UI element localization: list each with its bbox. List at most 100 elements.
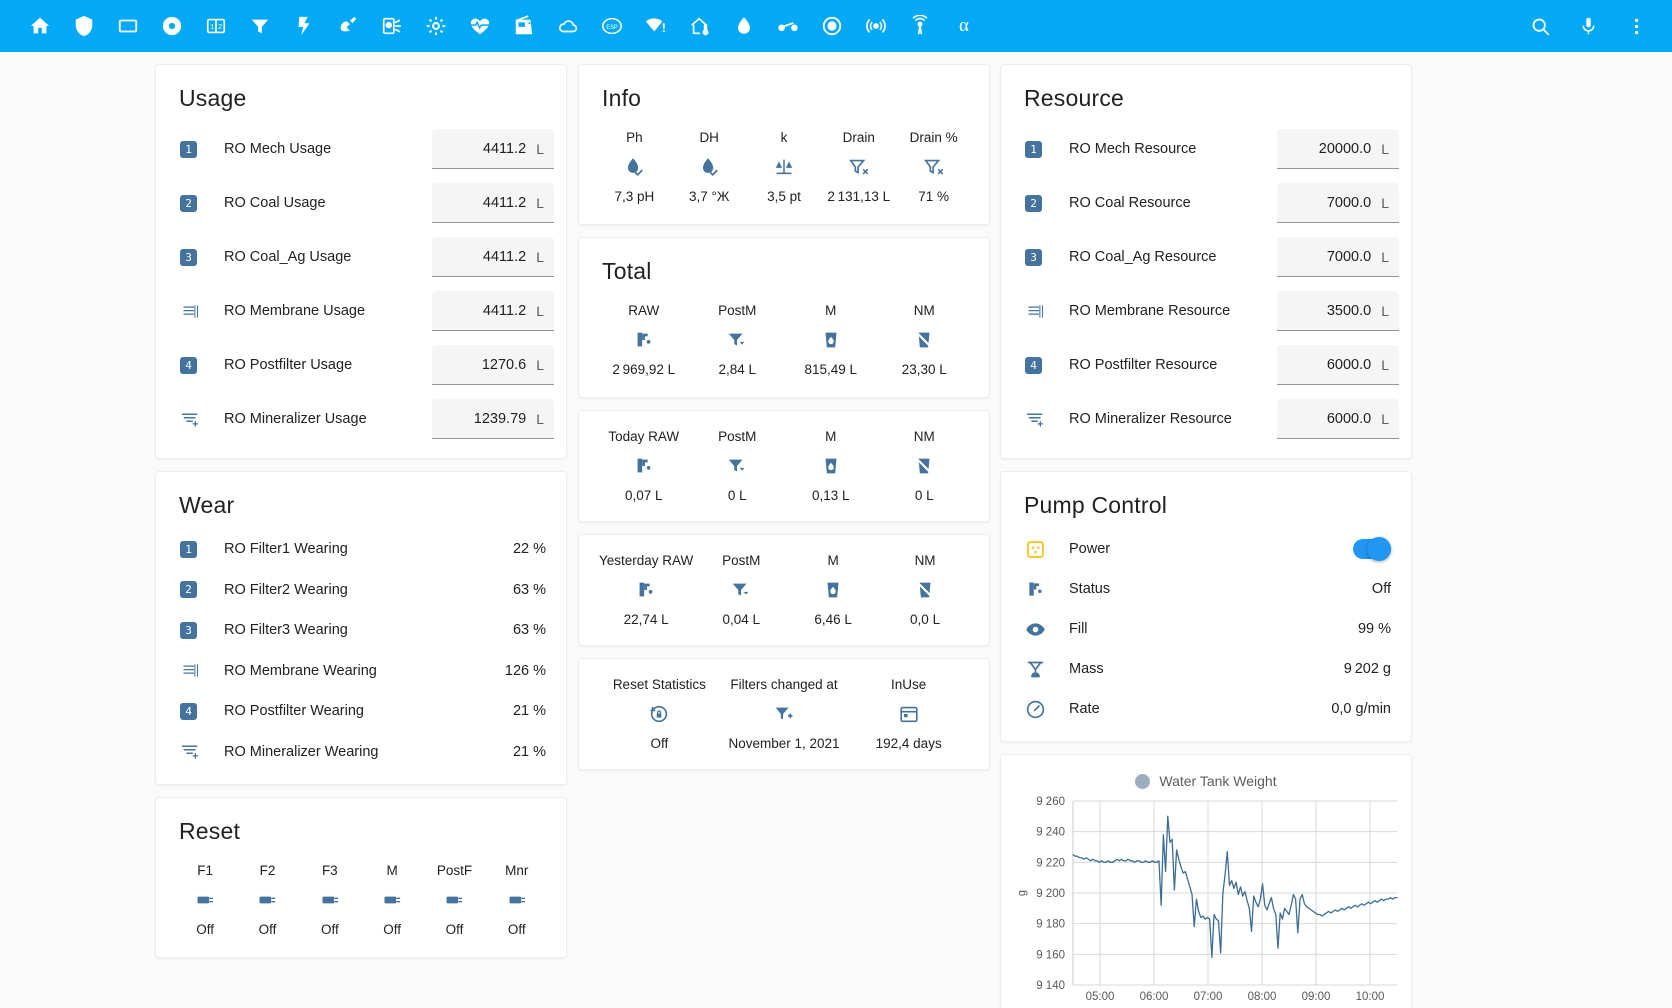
microphone-icon[interactable] — [1566, 6, 1610, 46]
wear-row-filter1[interactable]: 1 RO Filter1 Wearing 22 % — [168, 529, 554, 570]
yesterday-cell-m[interactable]: M 6,46 L — [787, 549, 879, 629]
usage-row-ro-postfilter[interactable]: 4 RO Postfilter Usage 1270.6 L — [168, 338, 554, 392]
pump-row-fill[interactable]: Fill 99 % — [1013, 609, 1399, 649]
esp-icon[interactable]: ESP — [590, 6, 634, 46]
valves-icon[interactable] — [766, 6, 810, 46]
reset-cell-f1[interactable]: F1 Off — [174, 859, 236, 939]
resource-value-field[interactable]: 3500.0 L — [1277, 291, 1399, 331]
pump-row-status[interactable]: Status Off — [1013, 569, 1399, 609]
total-cell-value: 2,84 L — [718, 362, 757, 377]
info-cell-k[interactable]: k 3,5 pt — [747, 126, 822, 206]
total-cell-m[interactable]: M 815,49 L — [784, 299, 878, 379]
today-cell-postm[interactable]: PostM 0 L — [691, 425, 785, 505]
total-cell-postm[interactable]: PostM 2,84 L — [691, 299, 785, 379]
signal-tower-icon[interactable] — [898, 6, 942, 46]
total-cell-nm[interactable]: NM 23,30 L — [878, 299, 972, 379]
flash-icon[interactable] — [282, 6, 326, 46]
resource-row-ro-coal-ag[interactable]: 3 RO Coal_Ag Resource 7000.0 L — [1013, 230, 1399, 284]
reset-filter-icon — [444, 887, 464, 913]
home-thermometer-icon[interactable] — [678, 6, 722, 46]
today-cell-raw[interactable]: Today RAW 0,07 L — [597, 425, 691, 505]
usage-value-field[interactable]: 1270.6 L — [432, 345, 554, 385]
yesterday-glance: Yesterday RAW 22,74 L PostM 0,04 L M 6,4… — [591, 545, 977, 635]
resource-row-ro-coal[interactable]: 2 RO Coal Resource 7000.0 L — [1013, 176, 1399, 230]
statistics-cell-reset[interactable]: Reset Statistics Off — [597, 673, 722, 753]
target-icon[interactable] — [810, 6, 854, 46]
resource-row-ro-membrane[interactable]: RO Membrane Resource 3500.0 L — [1013, 284, 1399, 338]
resource-value-field[interactable]: 20000.0 L — [1277, 129, 1399, 169]
resource-row-label: RO Membrane Resource — [1069, 303, 1231, 319]
usage-value-field[interactable]: 4411.2 L — [432, 237, 554, 277]
usage-row-ro-coal-ag[interactable]: 3 RO Coal_Ag Usage 4411.2 L — [168, 230, 554, 284]
usage-value-field[interactable]: 4411.2 L — [432, 129, 554, 169]
resource-row-ro-postfilter[interactable]: 4 RO Postfilter Resource 6000.0 L — [1013, 338, 1399, 392]
today-cell-nm[interactable]: NM 0 L — [878, 425, 972, 505]
wifi-alert-icon[interactable] — [634, 6, 678, 46]
pump-power-toggle[interactable] — [1353, 537, 1391, 561]
reset-cell-value: Off — [196, 922, 215, 937]
wear-row-filter3[interactable]: 3 RO Filter3 Wearing 63 % — [168, 610, 554, 651]
pump-row-rate[interactable]: Rate 0,0 g/min — [1013, 689, 1399, 729]
resource-row-ro-mineralizer[interactable]: RO Mineralizer Resource 6000.0 L — [1013, 392, 1399, 446]
usage-value-field[interactable]: 4411.2 L — [432, 291, 554, 331]
wear-row-label: RO Filter1 Wearing — [224, 541, 348, 558]
wear-row-mineralizer[interactable]: RO Mineralizer Wearing 21 % — [168, 732, 554, 773]
usage-row-ro-membrane[interactable]: RO Membrane Usage 4411.2 L — [168, 284, 554, 338]
total-cell-raw[interactable]: RAW 2 969,92 L — [597, 299, 691, 379]
resource-row-ro-mech[interactable]: 1 RO Mech Resource 20000.0 L — [1013, 122, 1399, 176]
search-icon[interactable] — [1518, 6, 1562, 46]
resource-value-field[interactable]: 6000.0 L — [1277, 399, 1399, 439]
water-drop-icon[interactable] — [722, 6, 766, 46]
resource-value-field[interactable]: 7000.0 L — [1277, 237, 1399, 277]
usage-row-ro-mineralizer[interactable]: RO Mineralizer Usage 1239.79 L — [168, 392, 554, 446]
info-cell-drain[interactable]: Drain 2 131,13 L — [821, 126, 896, 206]
usage-row-ro-coal[interactable]: 2 RO Coal Usage 4411.2 L — [168, 176, 554, 230]
reset-cell-postf[interactable]: PostF Off — [423, 859, 485, 939]
yesterday-cell-raw[interactable]: Yesterday RAW 22,74 L — [597, 549, 695, 629]
svg-text:10:00: 10:00 — [1356, 991, 1385, 1003]
radio-icon[interactable] — [502, 6, 546, 46]
reset-cell-f3[interactable]: F3 Off — [299, 859, 361, 939]
wear-row-membrane[interactable]: RO Membrane Wearing 126 % — [168, 651, 554, 692]
heartbeat-icon[interactable] — [458, 6, 502, 46]
usage-value: 4411.2 — [482, 248, 527, 265]
alpha-icon[interactable]: α — [942, 6, 986, 46]
svg-text:07:00: 07:00 — [1194, 991, 1223, 1003]
numeric-4-box-icon: 4 — [1025, 356, 1055, 374]
chart-legend[interactable]: Water Tank Weight — [1011, 767, 1401, 793]
yesterday-cell-postm[interactable]: PostM 0,04 L — [695, 549, 787, 629]
wear-row-filter2[interactable]: 2 RO Filter2 Wearing 63 % — [168, 570, 554, 611]
tablet-icon[interactable] — [106, 6, 150, 46]
reset-cell-f2[interactable]: F2 Off — [236, 859, 298, 939]
chart-plot-area[interactable]: 9 140 9 160 9 180 9 200 9 220 9 240 9 260 05:00… — [1011, 793, 1401, 1008]
pump-row-power[interactable]: Power — [1013, 529, 1399, 569]
broadcast-icon[interactable] — [854, 6, 898, 46]
info-cell-ph[interactable]: Ph 7,3 pH — [597, 126, 672, 206]
shield-icon[interactable] — [62, 6, 106, 46]
resource-value-field[interactable]: 7000.0 L — [1277, 183, 1399, 223]
reset-cell-m[interactable]: M Off — [361, 859, 423, 939]
usage-value-field[interactable]: 1239.79 L — [432, 399, 554, 439]
statistics-cell-filters-changed[interactable]: Filters changed at November 1, 2021 — [722, 673, 847, 753]
dots-vertical-icon[interactable] — [1614, 6, 1658, 46]
pump-row-mass[interactable]: Mass 9 202 g — [1013, 649, 1399, 689]
statistics-cell-inuse[interactable]: InUse 192,4 days — [846, 673, 971, 753]
svg-text:9 200: 9 200 — [1036, 888, 1065, 900]
cloud-icon[interactable] — [546, 6, 590, 46]
filter-icon[interactable] — [238, 6, 282, 46]
info-cell-dh[interactable]: DH 3,7 °Ж — [672, 126, 747, 206]
home-icon[interactable] — [18, 6, 62, 46]
gear-icon[interactable] — [414, 6, 458, 46]
yesterday-cell-nm[interactable]: NM 0,0 L — [879, 549, 971, 629]
usage-row-ro-mech[interactable]: 1 RO Mech Usage 4411.2 L — [168, 122, 554, 176]
wear-row-postfilter[interactable]: 4 RO Postfilter Wearing 21 % — [168, 691, 554, 732]
satellite-icon[interactable] — [326, 6, 370, 46]
camera-icon[interactable] — [370, 6, 414, 46]
disc-icon[interactable] — [150, 6, 194, 46]
counter-icon[interactable]: 1 2 — [194, 6, 238, 46]
reset-cell-mnr[interactable]: Mnr Off — [486, 859, 548, 939]
usage-value-field[interactable]: 4411.2 L — [432, 183, 554, 223]
today-cell-m[interactable]: M 0,13 L — [784, 425, 878, 505]
resource-value-field[interactable]: 6000.0 L — [1277, 345, 1399, 385]
info-cell-drain-percent[interactable]: Drain % 71 % — [896, 126, 971, 206]
